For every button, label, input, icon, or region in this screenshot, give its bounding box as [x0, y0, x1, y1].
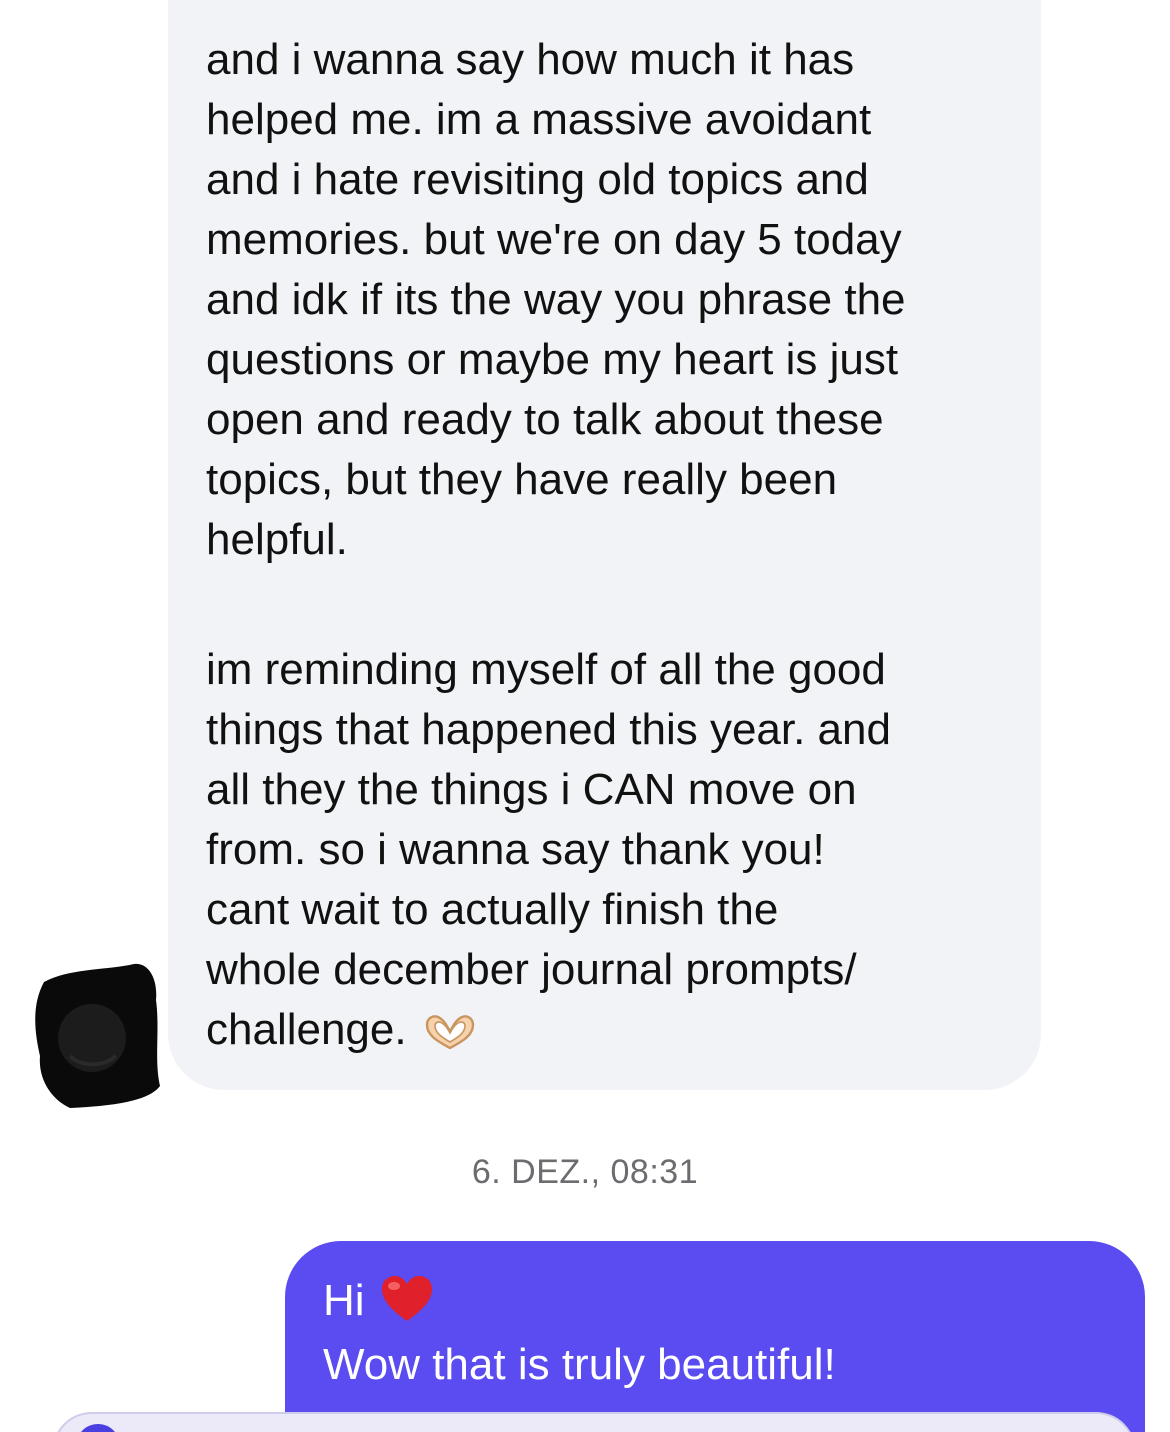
- incoming-message-paragraph-2: im reminding myself of all the good thin…: [206, 640, 1006, 1060]
- chat-screen: and i wanna say how much it has helped m…: [0, 0, 1170, 1432]
- message-timestamp: 6. DEZ., 08:31: [471, 1153, 699, 1191]
- outgoing-message-line-2: Wow that is truly beautiful!: [323, 1340, 836, 1389]
- outgoing-message-greeting: Hi: [323, 1276, 365, 1325]
- heart-hands-icon: [421, 1008, 479, 1050]
- outgoing-message-bubble[interactable]: Hi Wow that is truly beautiful!: [285, 1241, 1145, 1432]
- message-composer[interactable]: [52, 1412, 1136, 1432]
- outgoing-message-line-1: Hi: [323, 1271, 435, 1331]
- avatar[interactable]: [30, 960, 164, 1110]
- incoming-message-paragraph-1: and i wanna say how much it has helped m…: [206, 35, 906, 564]
- red-heart-icon: [379, 1273, 435, 1325]
- camera-icon[interactable]: [76, 1424, 120, 1432]
- incoming-message-paragraph-2-text: im reminding myself of all the good thin…: [206, 645, 891, 1054]
